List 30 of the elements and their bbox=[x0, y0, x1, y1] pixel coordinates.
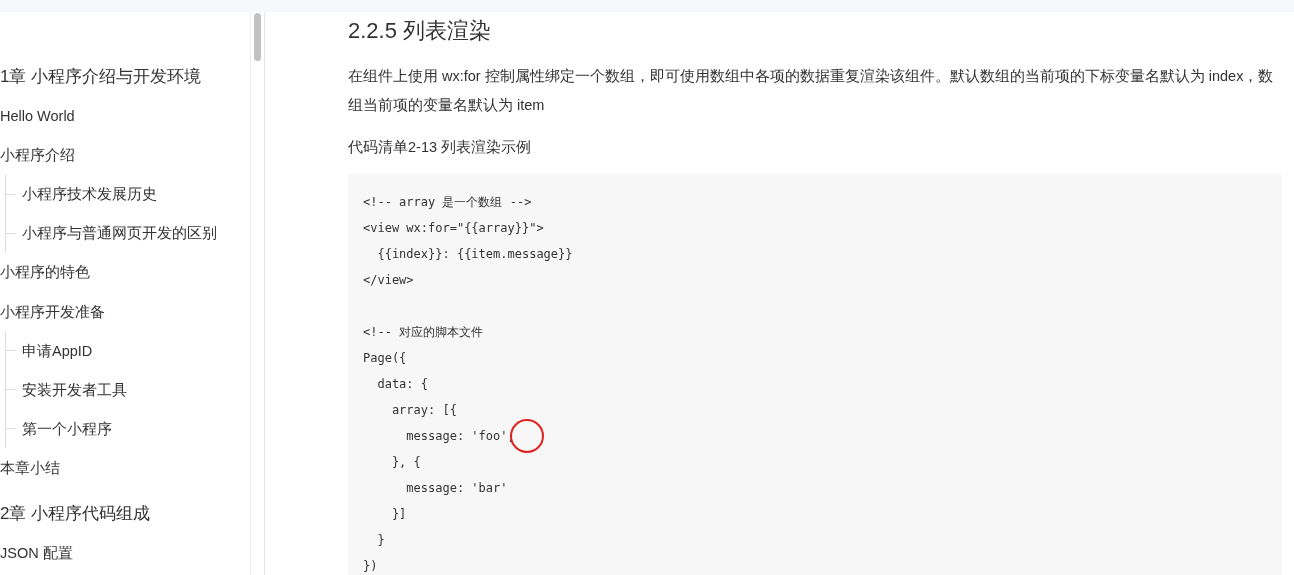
section-link[interactable]: Hello World bbox=[0, 95, 250, 136]
code-line: Page({ bbox=[363, 351, 407, 365]
subsection-link[interactable]: 小程序与普通网页开发的区别 bbox=[22, 213, 217, 253]
chapter-link[interactable]: 1章 小程序介绍与开发环境 bbox=[0, 64, 250, 90]
code-line: <view wx:for="{{array}}"> bbox=[363, 221, 544, 235]
code-line: </view> bbox=[363, 273, 414, 287]
code-line: <!-- 对应的脚本文件 bbox=[363, 325, 484, 339]
code-line: } bbox=[376, 533, 385, 547]
chapter-link[interactable]: 2章 小程序代码组成 bbox=[0, 501, 250, 527]
subsection-link[interactable]: 小程序技术发展历史 bbox=[22, 174, 157, 214]
subsection-link[interactable]: 第一个小程序 bbox=[22, 408, 112, 449]
code-line: }] bbox=[390, 507, 407, 521]
body-paragraph: 在组件上使用 wx:for 控制属性绑定一个数组，即可使用数组中各项的数据重复渲染该组件。默认数组的当前项的下标变量名默认为 index，数组当前项的变量名默认为 item bbox=[348, 67, 1275, 115]
subsection-link[interactable]: 安装开发者工具 bbox=[22, 369, 127, 410]
section-heading: 2.2.5 列表渲染 bbox=[348, 17, 493, 45]
section-link[interactable]: 小程序的特色 bbox=[0, 252, 250, 292]
code-line: }) bbox=[363, 559, 378, 573]
section-link[interactable]: JSON 配置 bbox=[0, 532, 250, 573]
code-caption: 代码清单2-13 列表渲染示例 bbox=[348, 138, 533, 157]
code-line: array: [{ bbox=[390, 403, 457, 417]
code-line: }, { bbox=[390, 455, 421, 469]
code-line: <!-- array 是一个数组 --> bbox=[363, 195, 532, 209]
code-line: {{index}}: {{item.message}} bbox=[376, 247, 573, 261]
section-link[interactable]: 本章小结 bbox=[0, 447, 250, 488]
section-link[interactable]: 小程序开发准备 bbox=[0, 291, 250, 332]
section-link[interactable]: 小程序介绍 bbox=[0, 135, 250, 175]
code-line: data: { bbox=[376, 377, 429, 391]
code-line: message: 'bar' bbox=[405, 481, 508, 495]
scrollbar-thumb[interactable] bbox=[254, 13, 261, 61]
subsection-link[interactable]: 申请AppID bbox=[22, 330, 93, 371]
